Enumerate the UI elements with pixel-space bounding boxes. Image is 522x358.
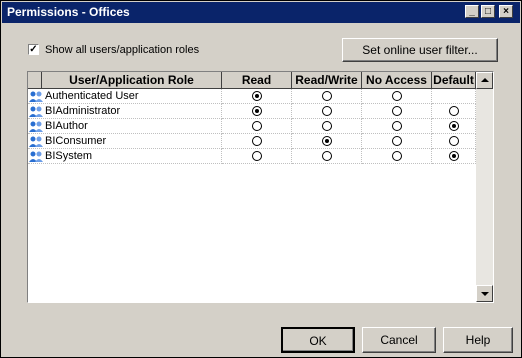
read-write-radio[interactable]	[321, 151, 332, 161]
user-group-icon	[29, 151, 43, 162]
no-access-radio[interactable]	[391, 91, 402, 101]
table-row[interactable]: BIAdministrator	[28, 104, 476, 119]
no-access-radio[interactable]	[391, 106, 402, 116]
default-radio[interactable]	[448, 106, 459, 116]
read-write-cell	[292, 134, 362, 149]
column-header-no-access[interactable]: No Access	[362, 72, 432, 89]
scroll-down-button[interactable]	[476, 285, 493, 302]
read-radio[interactable]	[251, 121, 262, 131]
read-write-radio[interactable]	[321, 121, 332, 131]
grid-header: User/Application Role Read Read/Write No…	[28, 72, 476, 89]
read-write-cell	[292, 104, 362, 119]
default-radio[interactable]	[448, 121, 459, 131]
show-all-label[interactable]: Show all users/application roles	[45, 44, 199, 56]
role-name-cell: Authenticated User	[28, 89, 222, 104]
permissions-dialog: Permissions - Offices _ □ × ✓ Show all u…	[0, 0, 522, 358]
default-radio[interactable]	[448, 136, 459, 146]
ok-button[interactable]: OK	[281, 327, 355, 353]
user-group-icon	[29, 91, 43, 102]
permissions-grid: User/Application Role Read Read/Write No…	[27, 71, 494, 303]
role-name: BIAdministrator	[45, 105, 121, 117]
default-cell	[432, 134, 476, 149]
column-header-read[interactable]: Read	[222, 72, 292, 89]
role-name-cell: BIAdministrator	[28, 104, 222, 119]
column-header-read-write[interactable]: Read/Write	[292, 72, 362, 89]
read-write-radio[interactable]	[321, 136, 332, 146]
default-cell	[432, 119, 476, 134]
show-all-checkbox[interactable]: ✓	[28, 44, 39, 55]
minimize-icon[interactable]: _	[465, 5, 479, 18]
column-header-role[interactable]: User/Application Role	[42, 72, 222, 89]
role-name: BIAuthor	[45, 120, 88, 132]
read-radio[interactable]	[251, 151, 262, 161]
read-cell	[222, 89, 292, 104]
role-name: BIConsumer	[45, 135, 107, 147]
title-bar: Permissions - Offices _ □ ×	[2, 2, 520, 23]
read-radio[interactable]	[251, 91, 262, 101]
read-radio[interactable]	[251, 106, 262, 116]
chevron-down-icon	[481, 292, 489, 296]
role-name-cell: BIConsumer	[28, 134, 222, 149]
read-write-radio[interactable]	[321, 106, 332, 116]
no-access-radio[interactable]	[391, 151, 402, 161]
header-corner	[28, 72, 42, 89]
chevron-up-icon	[481, 78, 489, 82]
read-cell	[222, 119, 292, 134]
default-cell	[432, 89, 476, 104]
default-cell	[432, 149, 476, 164]
scroll-up-button[interactable]	[476, 72, 493, 89]
maximize-icon[interactable]: □	[481, 5, 495, 18]
read-write-cell	[292, 119, 362, 134]
user-group-icon	[29, 121, 43, 132]
set-online-user-filter-button[interactable]: Set online user filter...	[342, 38, 498, 62]
read-cell	[222, 134, 292, 149]
window-title: Permissions - Offices	[7, 5, 130, 19]
table-row[interactable]: BISystem	[28, 149, 476, 164]
cancel-button[interactable]: Cancel	[362, 327, 436, 353]
read-write-cell	[292, 89, 362, 104]
role-name-cell: BIAuthor	[28, 119, 222, 134]
read-write-radio[interactable]	[321, 91, 332, 101]
help-button[interactable]: Help	[443, 327, 513, 353]
default-radio[interactable]	[448, 151, 459, 161]
default-cell	[432, 104, 476, 119]
no-access-cell	[362, 134, 432, 149]
user-group-icon	[29, 106, 43, 117]
close-icon[interactable]: ×	[499, 5, 513, 18]
no-access-cell	[362, 104, 432, 119]
no-access-cell	[362, 89, 432, 104]
read-cell	[222, 149, 292, 164]
table-row[interactable]: Authenticated User	[28, 89, 476, 104]
table-row[interactable]: BIAuthor	[28, 119, 476, 134]
no-access-radio[interactable]	[391, 136, 402, 146]
role-name: Authenticated User	[45, 90, 139, 102]
vertical-scrollbar[interactable]	[476, 72, 493, 302]
role-name: BISystem	[45, 150, 93, 162]
role-name-cell: BISystem	[28, 149, 222, 164]
no-access-radio[interactable]	[391, 121, 402, 131]
no-access-cell	[362, 149, 432, 164]
read-cell	[222, 104, 292, 119]
table-row[interactable]: BIConsumer	[28, 134, 476, 149]
read-radio[interactable]	[251, 136, 262, 146]
column-header-default[interactable]: Default	[432, 72, 476, 89]
no-access-cell	[362, 119, 432, 134]
read-write-cell	[292, 149, 362, 164]
user-group-icon	[29, 136, 43, 147]
